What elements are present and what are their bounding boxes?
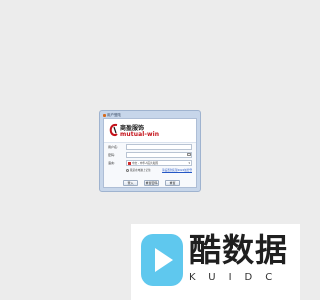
remember-row: 我是在电脑上记住 请设置到实现2024加密登 bbox=[104, 168, 196, 174]
login-button[interactable]: 登入 bbox=[123, 180, 138, 186]
username-label: 用户名: bbox=[108, 145, 119, 149]
watermark-title: 酷数据 bbox=[189, 231, 289, 269]
password-row: 密码: bbox=[104, 152, 196, 158]
help-link[interactable]: 请设置到实现2024加密登 bbox=[162, 168, 192, 174]
remember-option[interactable]: 我是在电脑上记住 bbox=[126, 168, 151, 174]
watermark-subtitle: KUIDC bbox=[189, 272, 286, 283]
dialog-body: 商盈服饰 mutual-win 用户名: 密码: 语言: 中文 - 中华人民共和… bbox=[103, 118, 197, 188]
dialog-title: 用户登陆 bbox=[107, 113, 121, 117]
button-row: 登入 重置密码 重置 bbox=[104, 180, 196, 186]
username-input[interactable] bbox=[126, 144, 192, 150]
language-value: 中文 - 中华人民共和国 bbox=[132, 162, 158, 165]
play-logo-icon bbox=[141, 234, 183, 286]
app-icon bbox=[103, 113, 106, 117]
login-dialog: 用户登陆 商盈服饰 mutual-win 用户名: 密码: 语言: 中文 - 中… bbox=[99, 110, 201, 192]
brand-logo-icon bbox=[109, 123, 118, 137]
language-row: 语言: 中文 - 中华人民共和国 ▾ bbox=[104, 160, 196, 166]
language-select[interactable]: 中文 - 中华人民共和国 ▾ bbox=[126, 160, 192, 166]
password-label: 密码: bbox=[108, 153, 116, 157]
language-label: 语言: bbox=[108, 161, 116, 165]
password-input[interactable] bbox=[126, 152, 192, 158]
keyboard-icon[interactable] bbox=[187, 153, 191, 156]
flag-icon bbox=[128, 162, 131, 165]
username-row: 用户名: bbox=[104, 144, 196, 150]
chevron-down-icon[interactable]: ▾ bbox=[188, 162, 190, 165]
brand-name-en: mutual-win bbox=[120, 131, 160, 138]
watermark: 酷数据 KUIDC bbox=[131, 224, 300, 300]
reset-password-button[interactable]: 重置密码 bbox=[144, 180, 159, 186]
remember-radio[interactable] bbox=[126, 168, 129, 172]
clear-button[interactable]: 重置 bbox=[165, 180, 180, 186]
remember-label: 我是在电脑上记住 bbox=[130, 169, 151, 172]
logo-banner: 商盈服饰 mutual-win bbox=[104, 119, 196, 143]
